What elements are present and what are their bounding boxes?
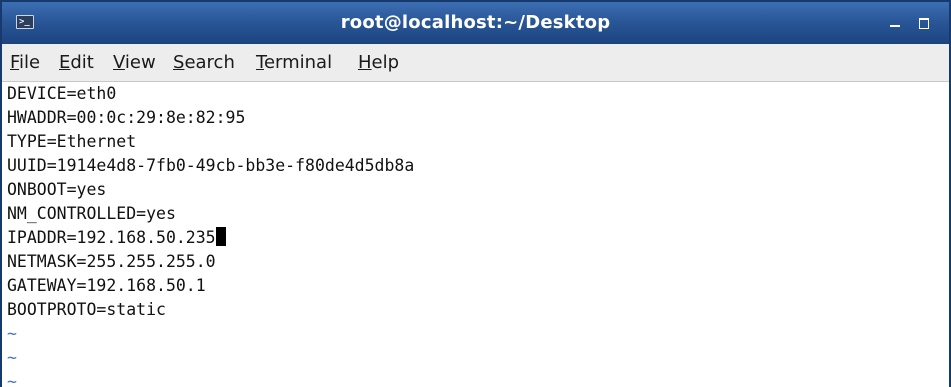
minimize-button[interactable] — [886, 14, 904, 32]
menu-edit[interactable]: Edit — [59, 44, 94, 81]
terminal-line: DEVICE=eth0 — [7, 84, 117, 103]
menu-search[interactable]: Search — [173, 44, 235, 81]
menu-search-mnemonic: S — [173, 52, 185, 73]
menu-bar: File Edit View Search Terminal Help — [2, 44, 949, 82]
menu-search-label: earch — [184, 52, 235, 73]
terminal-line: NM_CONTROLLED=yes — [7, 204, 176, 223]
minimize-icon — [890, 25, 900, 27]
terminal-line: HWADDR=00:0c:29:8e:82:95 — [7, 108, 246, 127]
terminal-line: GATEWAY=192.168.50.1 — [7, 276, 206, 295]
menu-terminal[interactable]: Terminal — [256, 44, 332, 81]
terminal-line: NETMASK=255.255.255.0 — [7, 252, 216, 271]
window-title: root@localhost:~/Desktop — [340, 12, 611, 33]
empty-line-marker: ~ — [7, 372, 17, 387]
menu-view-label: iew — [124, 52, 156, 73]
menu-file[interactable]: File — [10, 44, 40, 81]
terminal-content[interactable]: DEVICE=eth0 HWADDR=00:0c:29:8e:82:95 TYP… — [2, 82, 949, 387]
title-bar[interactable]: >_ root@localhost:~/Desktop — [2, 2, 949, 44]
menu-terminal-label: erminal — [263, 52, 333, 73]
terminal-line: ONBOOT=yes — [7, 180, 107, 199]
menu-file-label: ile — [19, 52, 41, 73]
empty-line-marker: ~ — [7, 348, 17, 367]
menu-edit-mnemonic: E — [59, 52, 71, 73]
text-cursor — [215, 227, 226, 246]
menu-view-mnemonic: V — [113, 52, 125, 73]
menu-view[interactable]: View — [113, 44, 156, 81]
maximize-button[interactable] — [915, 14, 933, 32]
menu-terminal-mnemonic: T — [256, 52, 264, 73]
terminal-line-ipaddr: IPADDR=192.168.50.235 — [7, 226, 226, 250]
terminal-line-text: IPADDR=192.168.50.235 — [7, 228, 216, 247]
menu-file-mnemonic: F — [10, 52, 20, 73]
empty-line-marker: ~ — [7, 324, 17, 343]
terminal-line: TYPE=Ethernet — [7, 132, 137, 151]
terminal-window: >_ root@localhost:~/Desktop File Edit Vi… — [0, 0, 951, 387]
menu-edit-label: dit — [70, 52, 94, 73]
menu-help-mnemonic: H — [358, 52, 372, 73]
terminal-line: BOOTPROTO=static — [7, 300, 166, 319]
menu-help[interactable]: Help — [358, 44, 399, 81]
maximize-icon — [919, 18, 929, 29]
menu-help-label: elp — [371, 52, 400, 73]
terminal-line: UUID=1914e4d8-7fb0-49cb-bb3e-f80de4d5db8… — [7, 156, 415, 175]
